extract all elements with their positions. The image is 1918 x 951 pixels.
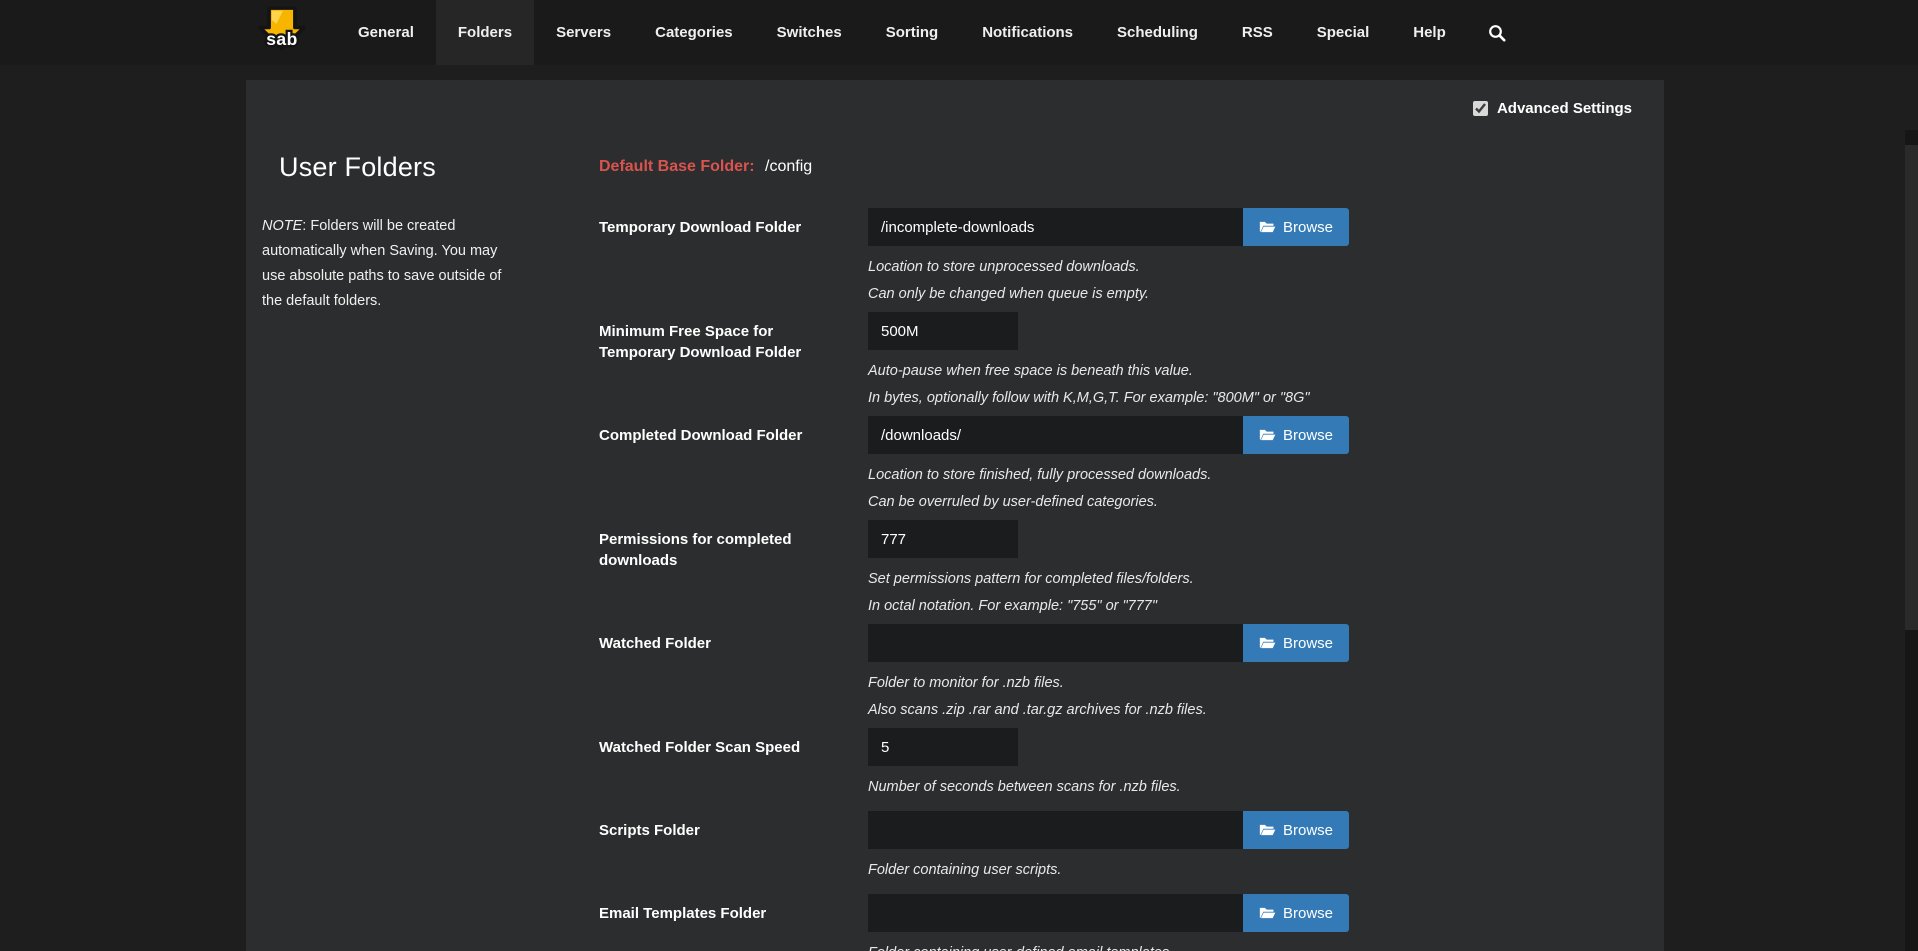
advanced-settings-checkbox[interactable]	[1473, 101, 1488, 116]
scripts-folder-browse-button[interactable]: Browse	[1243, 811, 1349, 849]
sabnzbd-arrow-icon: sab	[258, 5, 306, 61]
help-text: Location to store finished, fully proces…	[868, 462, 1664, 489]
form-row-temporary-download-folder: Temporary Download Folder Browse Location …	[599, 208, 1664, 308]
nav-item-rss[interactable]: RSS	[1220, 0, 1295, 65]
browse-button-label: Browse	[1283, 905, 1333, 922]
permissions-for-completed-downloads-input[interactable]	[868, 520, 1018, 558]
nav-item-folders[interactable]: Folders	[436, 0, 534, 65]
field-label: Email Templates Folder	[599, 894, 839, 951]
field-label: Scripts Folder	[599, 811, 839, 884]
nav-item-servers[interactable]: Servers	[534, 0, 633, 65]
form-row-email-templates-folder: Email Templates Folder Browse Folder conta…	[599, 894, 1664, 951]
note-prefix: NOTE	[262, 218, 302, 234]
watched-folder-browse-button[interactable]: Browse	[1243, 624, 1349, 662]
nav-item-categories[interactable]: Categories	[633, 0, 755, 65]
temporary-download-folder-input[interactable]	[868, 208, 1243, 246]
help-text: Also scans .zip .rar and .tar.gz archive…	[868, 697, 1664, 724]
field-label: Permissions for completed downloads	[599, 520, 839, 620]
browse-button-label: Browse	[1283, 822, 1333, 839]
search-icon	[1488, 24, 1506, 42]
email-templates-folder-input[interactable]	[868, 894, 1243, 932]
folders-settings-panel: Advanced Settings User Folders NOTE: Fol…	[246, 80, 1664, 951]
help-text: Set permissions pattern for completed fi…	[868, 566, 1664, 593]
page-background: Advanced Settings User Folders NOTE: Fol…	[0, 65, 1918, 951]
nav-item-notifications[interactable]: Notifications	[960, 0, 1095, 65]
open-folder-icon	[1259, 220, 1276, 234]
field-label: Watched Folder	[599, 624, 839, 724]
svg-text:sab: sab	[266, 29, 298, 49]
help-text: Can be overruled by user-defined categor…	[868, 489, 1664, 516]
sabnzbd-logo[interactable]: sab	[258, 0, 306, 65]
help-text: Auto-pause when free space is beneath th…	[868, 358, 1664, 385]
browse-button-label: Browse	[1283, 427, 1333, 444]
form-row-scripts-folder: Scripts Folder Browse Folder containing us…	[599, 811, 1664, 884]
field-label: Watched Folder Scan Speed	[599, 728, 839, 801]
browse-button-label: Browse	[1283, 635, 1333, 652]
open-folder-icon	[1259, 906, 1276, 920]
help-text: In octal notation. For example: "755" or…	[868, 593, 1664, 620]
help-text: Folder containing user-defined email tem…	[868, 940, 1664, 951]
browse-button-label: Browse	[1283, 219, 1333, 236]
section-info-column: User Folders NOTE: Folders will be creat…	[246, 80, 599, 951]
help-text: In bytes, optionally follow with K,M,G,T…	[868, 385, 1664, 412]
open-folder-icon	[1259, 636, 1276, 650]
advanced-settings-label: Advanced Settings	[1497, 100, 1632, 117]
help-text: Can only be changed when queue is empty.	[868, 281, 1664, 308]
main-nav: GeneralFoldersServersCategoriesSwitchesS…	[336, 0, 1468, 65]
form-row-watched-folder-scan-speed: Watched Folder Scan Speed Number of secon…	[599, 728, 1664, 801]
temporary-download-folder-browse-button[interactable]: Browse	[1243, 208, 1349, 246]
open-folder-icon	[1259, 428, 1276, 442]
nav-item-help[interactable]: Help	[1391, 0, 1468, 65]
completed-download-folder-browse-button[interactable]: Browse	[1243, 416, 1349, 454]
vertical-scrollbar	[1905, 130, 1918, 951]
minimum-free-space-for-temporary-download-folder-input[interactable]	[868, 312, 1018, 350]
form-row-completed-download-folder: Completed Download Folder Browse Location …	[599, 416, 1664, 516]
email-templates-folder-browse-button[interactable]: Browse	[1243, 894, 1349, 932]
watched-folder-input[interactable]	[868, 624, 1243, 662]
help-text: Folder containing user scripts.	[868, 857, 1664, 884]
completed-download-folder-input[interactable]	[868, 416, 1243, 454]
help-text: Number of seconds between scans for .nzb…	[868, 774, 1664, 801]
form-row-minimum-free-space-for-temporary-download-folder: Minimum Free Space for Temporary Downloa…	[599, 312, 1664, 412]
top-navbar: sab GeneralFoldersServersCategoriesSwitc…	[0, 0, 1918, 65]
scrollbar-thumb[interactable]	[1905, 145, 1918, 630]
advanced-settings-row: Advanced Settings	[1473, 100, 1632, 117]
help-text: Folder to monitor for .nzb files.	[868, 670, 1664, 697]
nav-item-special[interactable]: Special	[1295, 0, 1392, 65]
nav-item-general[interactable]: General	[336, 0, 436, 65]
nav-item-sorting[interactable]: Sorting	[864, 0, 961, 65]
nav-item-switches[interactable]: Switches	[755, 0, 864, 65]
folders-form: Default Base Folder: /config Temporary D…	[599, 80, 1664, 951]
help-text: Location to store unprocessed downloads.	[868, 254, 1664, 281]
page-title: User Folders	[262, 152, 599, 183]
watched-folder-scan-speed-input[interactable]	[868, 728, 1018, 766]
nav-item-scheduling[interactable]: Scheduling	[1095, 0, 1220, 65]
field-label: Completed Download Folder	[599, 416, 839, 516]
open-folder-icon	[1259, 823, 1276, 837]
default-base-folder-line: Default Base Folder: /config	[599, 158, 1664, 176]
field-label: Temporary Download Folder	[599, 208, 839, 308]
field-label: Minimum Free Space for Temporary Downloa…	[599, 312, 839, 412]
search-button[interactable]	[1468, 0, 1526, 65]
default-base-folder-value: /config	[765, 158, 812, 175]
form-row-watched-folder: Watched Folder Browse Folder to monitor fo…	[599, 624, 1664, 724]
section-note: NOTE: Folders will be created automatica…	[262, 214, 524, 314]
default-base-folder-label: Default Base Folder:	[599, 158, 755, 175]
scripts-folder-input[interactable]	[868, 811, 1243, 849]
form-row-permissions-for-completed-downloads: Permissions for completed downloads Set p…	[599, 520, 1664, 620]
